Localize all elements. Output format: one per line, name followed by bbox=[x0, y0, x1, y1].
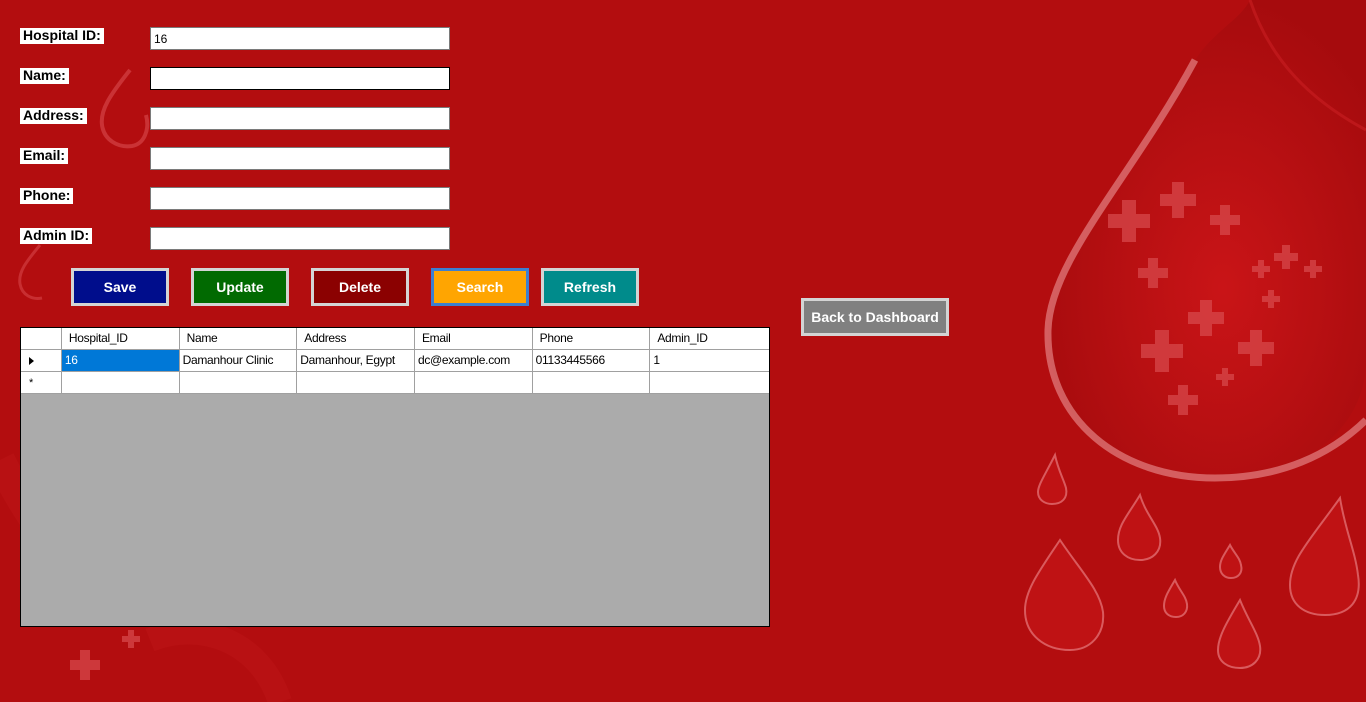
cell-email[interactable]: dc@example.com bbox=[414, 350, 533, 372]
column-header-phone[interactable]: Phone bbox=[532, 328, 651, 350]
phone-label: Phone: bbox=[20, 188, 74, 204]
cell-name[interactable]: Damanhour Clinic bbox=[179, 350, 298, 372]
table-row[interactable]: 16 Damanhour Clinic Damanhour, Egypt dc@… bbox=[21, 350, 769, 372]
column-header-admin-id[interactable]: Admin_ID bbox=[650, 328, 769, 350]
grid-header-row: Hospital_ID Name Address Email Phone Adm… bbox=[21, 328, 769, 350]
hospitals-data-grid[interactable]: Hospital_ID Name Address Email Phone Adm… bbox=[20, 327, 770, 627]
new-cell-hospital-id[interactable] bbox=[61, 372, 180, 394]
address-label: Address: bbox=[20, 108, 87, 124]
save-button[interactable]: Save bbox=[71, 268, 169, 306]
new-row-asterisk-icon: * bbox=[29, 377, 33, 389]
email-field[interactable] bbox=[150, 147, 450, 170]
new-cell-email[interactable] bbox=[414, 372, 533, 394]
new-cell-name[interactable] bbox=[179, 372, 298, 394]
address-field[interactable] bbox=[150, 107, 450, 130]
column-header-name[interactable]: Name bbox=[179, 328, 298, 350]
email-label: Email: bbox=[20, 148, 69, 164]
cell-hospital-id[interactable]: 16 bbox=[61, 350, 180, 372]
back-to-dashboard-button[interactable]: Back to Dashboard bbox=[801, 298, 949, 336]
current-row-triangle-icon bbox=[29, 357, 34, 365]
cell-phone[interactable]: 01133445566 bbox=[532, 350, 651, 372]
cell-admin-id[interactable]: 1 bbox=[650, 350, 769, 372]
column-header-hospital-id[interactable]: Hospital_ID bbox=[61, 328, 180, 350]
new-row-header[interactable]: * bbox=[21, 372, 62, 394]
admin-id-label: Admin ID: bbox=[20, 228, 93, 244]
grid-corner-header[interactable] bbox=[21, 328, 62, 350]
name-label: Name: bbox=[20, 68, 69, 84]
hospital-id-label: Hospital ID: bbox=[20, 28, 104, 44]
new-cell-admin-id[interactable] bbox=[650, 372, 769, 394]
hospital-id-field[interactable] bbox=[150, 27, 450, 50]
new-row[interactable]: * bbox=[21, 372, 769, 394]
new-cell-address[interactable] bbox=[297, 372, 415, 394]
column-header-email[interactable]: Email bbox=[414, 328, 533, 350]
column-header-address[interactable]: Address bbox=[297, 328, 415, 350]
admin-id-field[interactable] bbox=[150, 227, 450, 250]
name-field[interactable] bbox=[150, 67, 450, 90]
new-cell-phone[interactable] bbox=[532, 372, 651, 394]
update-button[interactable]: Update bbox=[191, 268, 289, 306]
phone-field[interactable] bbox=[150, 187, 450, 210]
search-button[interactable]: Search bbox=[431, 268, 529, 306]
delete-button[interactable]: Delete bbox=[311, 268, 409, 306]
row-header[interactable] bbox=[21, 350, 62, 372]
cell-address[interactable]: Damanhour, Egypt bbox=[297, 350, 415, 372]
refresh-button[interactable]: Refresh bbox=[541, 268, 639, 306]
